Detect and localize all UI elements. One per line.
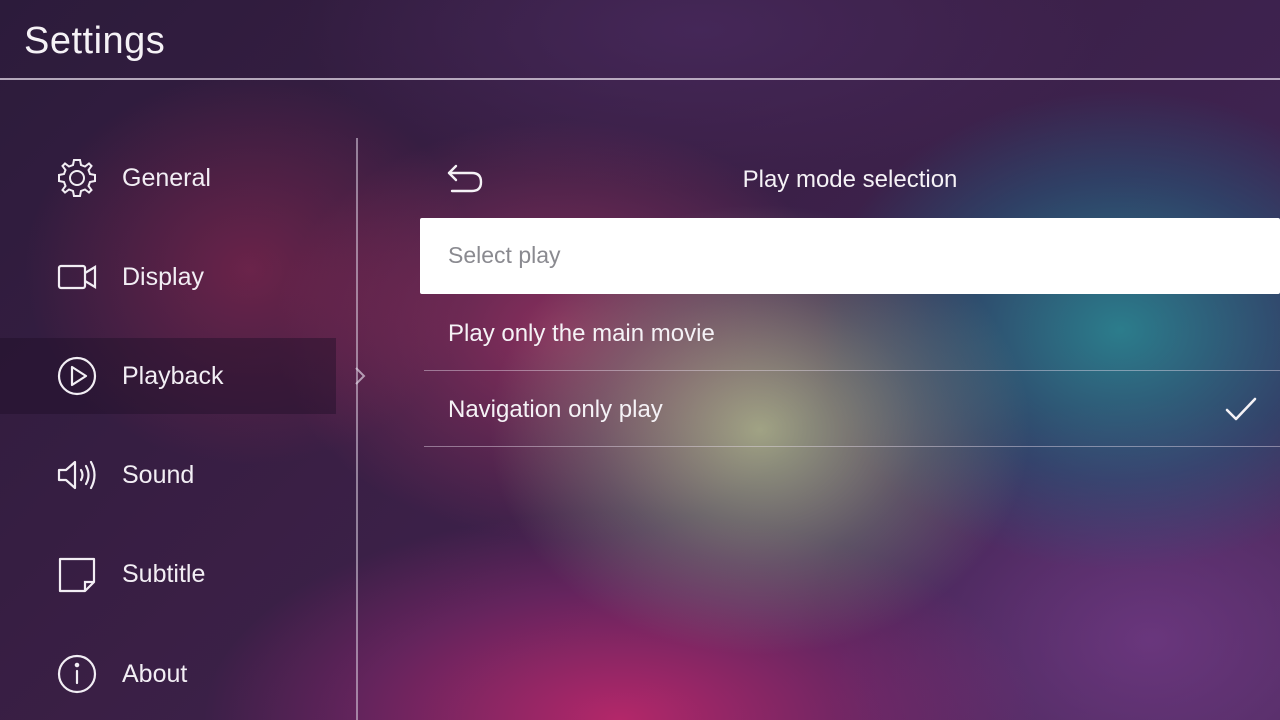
speaker-icon	[54, 452, 100, 498]
sidebar-item-label: Playback	[122, 361, 224, 390]
option-label: Play only the main movie	[448, 320, 715, 347]
row-divider	[424, 370, 1280, 371]
sidebar-item-label: About	[122, 659, 188, 688]
select-play-field[interactable]: Select play	[420, 218, 1280, 294]
info-icon	[54, 651, 100, 697]
selection-notch-icon	[355, 367, 366, 385]
option-main-movie[interactable]: Play only the main movie	[424, 296, 1280, 372]
display-icon	[54, 254, 100, 300]
sidebar-item-label: Display	[122, 262, 204, 291]
play-icon	[54, 353, 100, 399]
sidebar-item-subtitle[interactable]: Subtitle	[0, 536, 336, 612]
header-divider	[0, 78, 1280, 80]
sidebar-item-about[interactable]: About	[0, 636, 336, 712]
page-title: Settings	[24, 20, 166, 62]
sidebar-item-sound[interactable]: Sound	[0, 437, 336, 513]
select-play-placeholder: Select play	[448, 242, 561, 268]
sidebar-item-label: General	[122, 163, 211, 192]
subtitle-icon	[54, 551, 100, 597]
option-navigation-only[interactable]: Navigation only play	[424, 372, 1280, 448]
sidebar-item-playback[interactable]: Playback	[0, 338, 336, 414]
sidebar-item-display[interactable]: Display	[0, 239, 336, 315]
gear-icon	[54, 155, 100, 201]
checkmark-icon	[1225, 397, 1257, 421]
sidebar-item-general[interactable]: General	[0, 140, 336, 216]
sidebar-item-label: Sound	[122, 460, 195, 489]
row-divider	[424, 446, 1280, 447]
sidebar: General Display Playback Sound Subtitle …	[0, 128, 340, 720]
sidebar-item-label: Subtitle	[122, 559, 206, 588]
option-label: Navigation only play	[448, 396, 663, 423]
panel-title: Play mode selection	[742, 166, 958, 193]
panel-divider	[356, 138, 358, 720]
